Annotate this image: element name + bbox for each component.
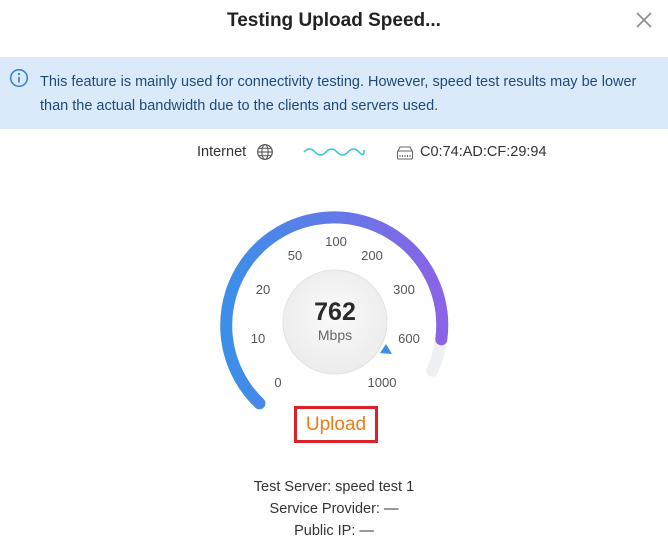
service-provider: Service Provider: — <box>269 501 399 517</box>
dialog-header: Testing Upload Speed... <box>0 0 668 44</box>
public-ip: Public IP: — <box>294 523 374 539</box>
close-button[interactable] <box>632 8 656 32</box>
internet-label: Internet <box>197 144 247 160</box>
close-icon <box>636 12 652 28</box>
tick-label: 1000 <box>368 375 397 390</box>
info-banner: This feature is mainly used for connecti… <box>0 57 668 129</box>
tick-label: 200 <box>361 248 383 263</box>
tick-label: 300 <box>393 282 415 297</box>
dialog-title: Testing Upload Speed... <box>227 10 441 31</box>
banner-text: This feature is mainly used for connecti… <box>40 74 637 114</box>
speed-value: 762 <box>314 298 356 326</box>
network-path: Internet C0:74:AD:CF:29:94 <box>0 140 668 166</box>
upload-status-box: Upload <box>294 406 378 443</box>
test-server: Test Server: speed test 1 <box>253 479 415 495</box>
info-icon <box>9 68 29 88</box>
speed-unit: Mbps <box>318 327 352 343</box>
speed-test-dialog: Testing Upload Speed... This feature is … <box>0 0 668 545</box>
test-info: Test Server: speed test 1 Service Provid… <box>0 476 668 542</box>
tick-label: 0 <box>274 375 281 390</box>
wave-icon <box>303 148 365 156</box>
globe-icon <box>257 144 273 160</box>
tick-label: 20 <box>256 282 270 297</box>
router-icon <box>396 146 414 160</box>
tick-label: 600 <box>398 331 420 346</box>
device-mac: C0:74:AD:CF:29:94 <box>420 144 547 160</box>
tick-label: 50 <box>288 248 302 263</box>
tick-label: 100 <box>325 234 347 249</box>
speed-gauge: 762 Mbps 0 10 20 50 100 200 300 600 1000 <box>200 190 470 425</box>
tick-label: 10 <box>251 331 265 346</box>
upload-status-label: Upload <box>305 413 367 435</box>
